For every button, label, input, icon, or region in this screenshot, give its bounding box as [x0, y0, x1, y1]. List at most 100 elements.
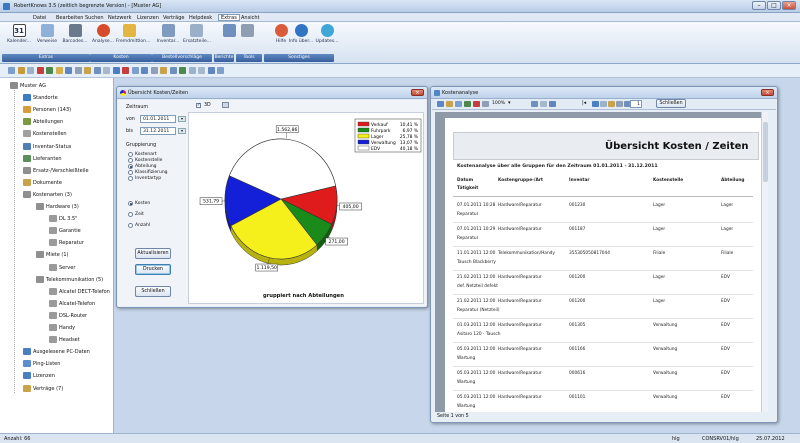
- toolbar-icon-15[interactable]: [141, 67, 148, 74]
- inventar-ribbon-button[interactable]: Inventar...: [155, 24, 181, 52]
- report-toolbar-icon-6[interactable]: [482, 101, 489, 107]
- gruppierung-radio-inventartyp[interactable]: [128, 176, 133, 181]
- tree-item-dl-3-5[interactable]: DL 3.5": [49, 215, 77, 223]
- tree-item-miete-1[interactable]: Miete (1): [36, 251, 69, 259]
- analyse-ribbon-button[interactable]: Analyse...: [90, 24, 116, 52]
- tree-item-reparatur[interactable]: Reparatur: [49, 239, 84, 247]
- report-window-titlebar[interactable]: Kostenanalyse ×: [431, 87, 777, 99]
- tree-item-kostenarten-3[interactable]: Kostenarten (3): [23, 190, 72, 199]
- tree-item-kostenstellen[interactable]: Kostenstellen: [23, 130, 67, 138]
- toolbar-icon-9[interactable]: [84, 67, 91, 74]
- tree-item-lieferanten[interactable]: Lieferanten: [23, 154, 62, 163]
- tree-item-alcatel-dect-telefon[interactable]: Alcatel DECT-Telefon: [49, 287, 110, 296]
- verweise-ribbon-button[interactable]: Verweise: [34, 24, 60, 52]
- menu-helpdesk[interactable]: Helpdesk: [189, 15, 212, 21]
- tree-item-headset[interactable]: Headset: [49, 336, 80, 344]
- toolbar-icon-1[interactable]: [8, 67, 15, 74]
- toolbar-icon-3[interactable]: [27, 67, 34, 74]
- bis-date-field[interactable]: 31.12.2011: [140, 127, 176, 135]
- toolbar-icon-11[interactable]: [103, 67, 110, 74]
- menu-datei[interactable]: Datei: [33, 15, 46, 21]
- tree-item-garantie[interactable]: Garantie: [49, 227, 81, 235]
- info-über-ribbon-button[interactable]: Info über...: [288, 24, 314, 52]
- tree-item-hardware-3[interactable]: Hardware (3): [36, 203, 79, 211]
- mode-radio-kosten[interactable]: [128, 201, 133, 206]
- close-dialog-button[interactable]: Schließen: [135, 286, 171, 297]
- ersatzteile-ribbon-button[interactable]: Ersatzteile...: [183, 24, 211, 52]
- report-close-button[interactable]: Schließen: [656, 99, 686, 108]
- report-toolbar-icon-3[interactable]: [455, 101, 462, 107]
- tree-item-ersatz-verschleißteile[interactable]: Ersatz-/Verschleißteile: [23, 166, 89, 175]
- print-chart-icon[interactable]: [222, 102, 229, 108]
- cost-window-titlebar[interactable]: Übersicht Kosten/Zeiten ×: [117, 87, 427, 99]
- tree-item-standorte[interactable]: Standorte: [23, 94, 58, 102]
- tree-item-ausgelesene-pc-daten[interactable]: Ausgelesene PC-Daten: [23, 348, 90, 356]
- toolbar-icon-12[interactable]: [112, 67, 120, 74]
- barcodes-ribbon-button[interactable]: Barcodes...: [62, 24, 88, 52]
- report-icon-ribbon-button[interactable]: [222, 24, 236, 52]
- report-window-close-icon[interactable]: ×: [761, 89, 774, 96]
- menu-suchen[interactable]: Suchen: [85, 15, 104, 21]
- toolbar-icon-2[interactable]: [17, 67, 25, 74]
- menu-bearbeiten[interactable]: Bearbeiten: [56, 15, 83, 21]
- toolbar-icon-14[interactable]: [131, 67, 139, 74]
- mode-radio-anzahl[interactable]: [128, 223, 133, 228]
- kalender-ribbon-button[interactable]: 31 Kalender...: [6, 24, 32, 52]
- report-toolbar-icon-7[interactable]: [531, 101, 538, 107]
- menu-extras[interactable]: Extras: [218, 14, 240, 21]
- von-calendar-icon[interactable]: ▾: [178, 116, 186, 122]
- bis-calendar-icon[interactable]: ▾: [178, 128, 186, 134]
- report-toolbar-icon-10[interactable]: [592, 101, 599, 107]
- gruppierung-radio-abteilung[interactable]: [128, 164, 133, 169]
- updates-ribbon-button[interactable]: Updates...: [314, 24, 340, 52]
- print-button[interactable]: Drucken: [135, 264, 171, 275]
- toolbar-icon-10[interactable]: [93, 67, 101, 74]
- tree-item-abteilungen[interactable]: Abteilungen: [23, 118, 63, 126]
- toolbar-icon-17[interactable]: [160, 67, 167, 74]
- tree-item-personen-143[interactable]: Personen (143): [23, 106, 71, 114]
- minimize-button[interactable]: –: [752, 1, 766, 10]
- toolbar-icon-13[interactable]: [122, 67, 129, 74]
- tree-item-dokumente[interactable]: Dokumente: [23, 178, 62, 187]
- menu-verträge[interactable]: Verträge: [163, 15, 185, 21]
- gruppierung-radio-kostenstelle[interactable]: [128, 158, 133, 163]
- report-toolbar-icon-13[interactable]: [616, 101, 623, 107]
- toolbar-icon-22[interactable]: [207, 67, 215, 74]
- report-toolbar-icon-4[interactable]: [464, 101, 471, 107]
- menu-lizenzen[interactable]: Lizenzen: [137, 15, 159, 21]
- tree-item-server[interactable]: Server: [49, 263, 75, 272]
- tree-item-handy[interactable]: Handy: [49, 324, 75, 332]
- tools-icon-ribbon-button[interactable]: [240, 24, 254, 52]
- tree-item-telekommunikation-5[interactable]: Telekommunikation (5): [36, 275, 103, 284]
- tree-item-alcatel-telefon[interactable]: Alcatel-Telefon: [49, 299, 95, 308]
- maximize-button[interactable]: □: [767, 1, 781, 10]
- tree-item-muster-ag[interactable]: Muster AG: [10, 82, 46, 90]
- close-button[interactable]: ×: [782, 1, 796, 10]
- mode-radio-zeit[interactable]: [128, 212, 133, 217]
- zoom-dropdown-icon[interactable]: ▾: [508, 100, 511, 106]
- toolbar-icon-6[interactable]: [55, 67, 63, 74]
- toolbar-icon-23[interactable]: [217, 67, 224, 74]
- tree-item-lizenzen[interactable]: Lizenzen: [23, 372, 55, 380]
- gruppierung-radio-kostenart[interactable]: [128, 152, 133, 157]
- cost-window-close-icon[interactable]: ×: [411, 89, 424, 96]
- zoom-value[interactable]: 100%: [492, 101, 505, 106]
- toolbar-icon-21[interactable]: [198, 67, 205, 74]
- tree-item-inventar-status[interactable]: Inventar-Status: [23, 142, 71, 151]
- gruppierung-radio-klassifizierung[interactable]: [128, 170, 133, 175]
- report-toolbar-icon-2[interactable]: [446, 101, 453, 107]
- menu-ansicht[interactable]: Ansicht: [241, 15, 259, 21]
- report-toolbar-icon-5[interactable]: [473, 101, 480, 107]
- von-date-field[interactable]: 01.01.2011: [140, 115, 176, 123]
- 3d-checkbox[interactable]: ✓: [196, 103, 201, 108]
- page-first-icon[interactable]: |◂: [582, 100, 586, 106]
- toolbar-icon-5[interactable]: [46, 67, 53, 74]
- toolbar-icon-20[interactable]: [188, 67, 196, 74]
- report-toolbar-icon-9[interactable]: [549, 101, 556, 107]
- tree-item-verträge-7[interactable]: Verträge (7): [23, 384, 63, 393]
- report-toolbar-icon-1[interactable]: [437, 101, 444, 107]
- toolbar-icon-8[interactable]: [74, 67, 82, 74]
- toolbar-icon-4[interactable]: [36, 67, 44, 74]
- toolbar-icon-19[interactable]: [179, 67, 186, 74]
- menu-netzwerk[interactable]: Netzwerk: [108, 15, 132, 21]
